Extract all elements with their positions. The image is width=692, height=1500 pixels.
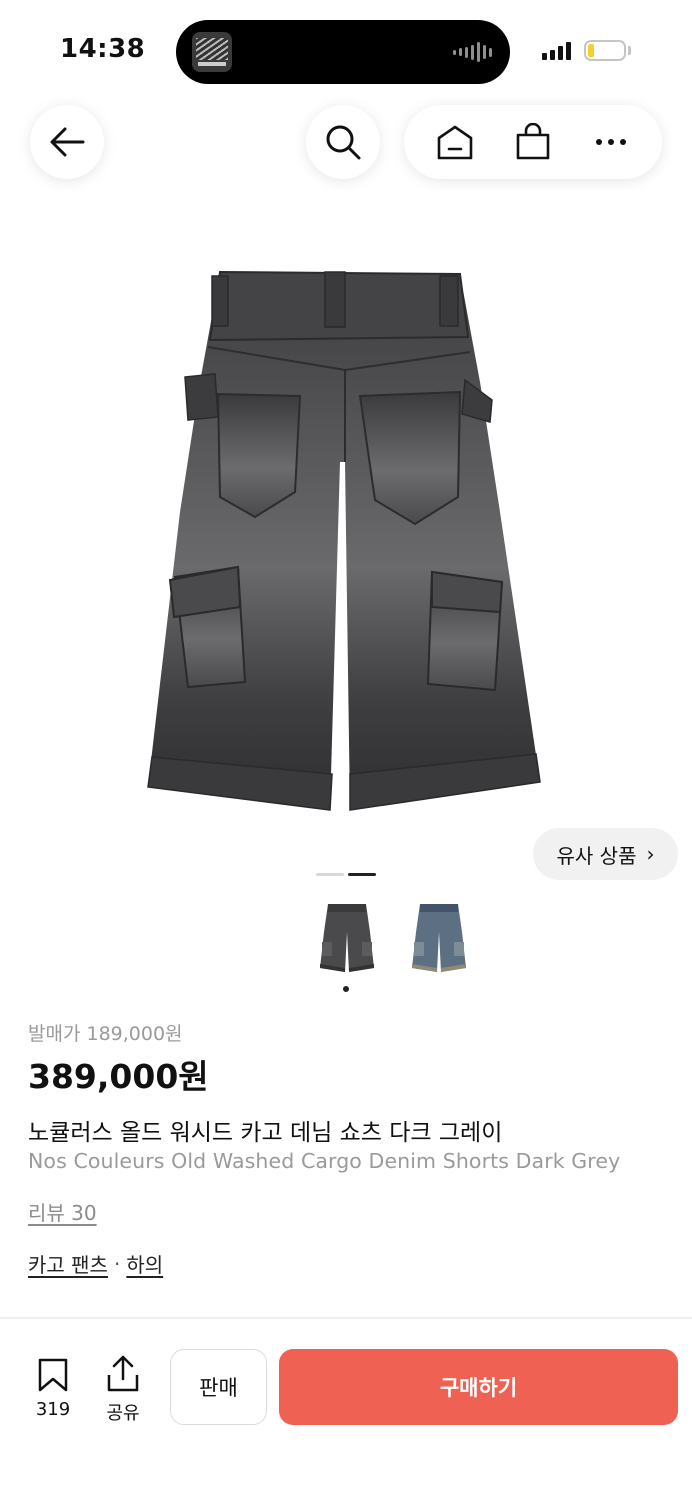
category-row: 카고 팬츠 · 하의 bbox=[28, 1249, 163, 1278]
share-icon bbox=[107, 1355, 139, 1392]
back-button[interactable] bbox=[30, 105, 104, 179]
audio-wave-icon bbox=[453, 42, 492, 62]
nav-button-group bbox=[404, 105, 662, 179]
more-icon bbox=[596, 139, 626, 145]
battery-icon bbox=[584, 40, 626, 61]
app-icon bbox=[192, 32, 232, 72]
cellular-signal-icon bbox=[542, 40, 571, 60]
bookmark-button[interactable]: 319 bbox=[30, 1357, 76, 1420]
slide-indicator-segment-active bbox=[348, 873, 376, 876]
product-image[interactable] bbox=[140, 262, 550, 822]
similar-products-label: 유사 상품 bbox=[556, 843, 637, 868]
category-link-cargo-pants[interactable]: 카고 팬츠 bbox=[28, 1249, 108, 1278]
shopping-bag-icon bbox=[516, 123, 550, 160]
status-time: 14:38 bbox=[60, 34, 146, 64]
category-link-bottoms[interactable]: 하의 bbox=[126, 1249, 163, 1278]
thumbnail-selected-dot bbox=[343, 986, 349, 992]
bookmark-count: 319 bbox=[35, 1399, 71, 1420]
price: 389,000원 bbox=[28, 1057, 209, 1096]
slide-indicator-segment bbox=[316, 873, 344, 876]
more-button[interactable] bbox=[581, 112, 641, 172]
product-title-ko: 노큘러스 올드 워시드 카고 데님 쇼츠 다크 그레이 bbox=[28, 1120, 503, 1146]
arrow-left-icon bbox=[50, 127, 85, 157]
similar-products-button[interactable]: 유사 상품 › bbox=[533, 828, 678, 880]
buy-button[interactable]: 구매하기 bbox=[279, 1349, 678, 1425]
release-price: 발매가 189,000원 bbox=[28, 1023, 183, 1045]
cart-button[interactable] bbox=[503, 112, 563, 172]
status-bar: 14:38 bbox=[0, 0, 692, 100]
search-button[interactable] bbox=[306, 105, 380, 179]
search-icon bbox=[326, 125, 361, 160]
chevron-right-icon: › bbox=[646, 842, 655, 866]
thumbnail-light-blue[interactable] bbox=[410, 902, 468, 974]
bottom-action-bar: 319 공유 판매 구매하기 bbox=[0, 1331, 692, 1500]
home-icon bbox=[437, 125, 473, 160]
thumbnail-dark-grey[interactable] bbox=[318, 902, 376, 974]
share-button[interactable]: 공유 bbox=[100, 1355, 146, 1425]
sell-button[interactable]: 판매 bbox=[170, 1349, 267, 1425]
dynamic-island bbox=[176, 20, 510, 84]
divider bbox=[0, 1317, 692, 1319]
thumbnail-list bbox=[318, 902, 468, 974]
reviews-link[interactable]: 리뷰 30 bbox=[28, 1197, 97, 1226]
slide-indicator bbox=[316, 873, 376, 876]
share-label: 공유 bbox=[106, 1403, 140, 1424]
bookmark-icon bbox=[38, 1358, 68, 1392]
home-button[interactable] bbox=[425, 112, 485, 172]
product-title-en: Nos Couleurs Old Washed Cargo Denim Shor… bbox=[28, 1149, 621, 1173]
category-separator: · bbox=[113, 1251, 121, 1276]
